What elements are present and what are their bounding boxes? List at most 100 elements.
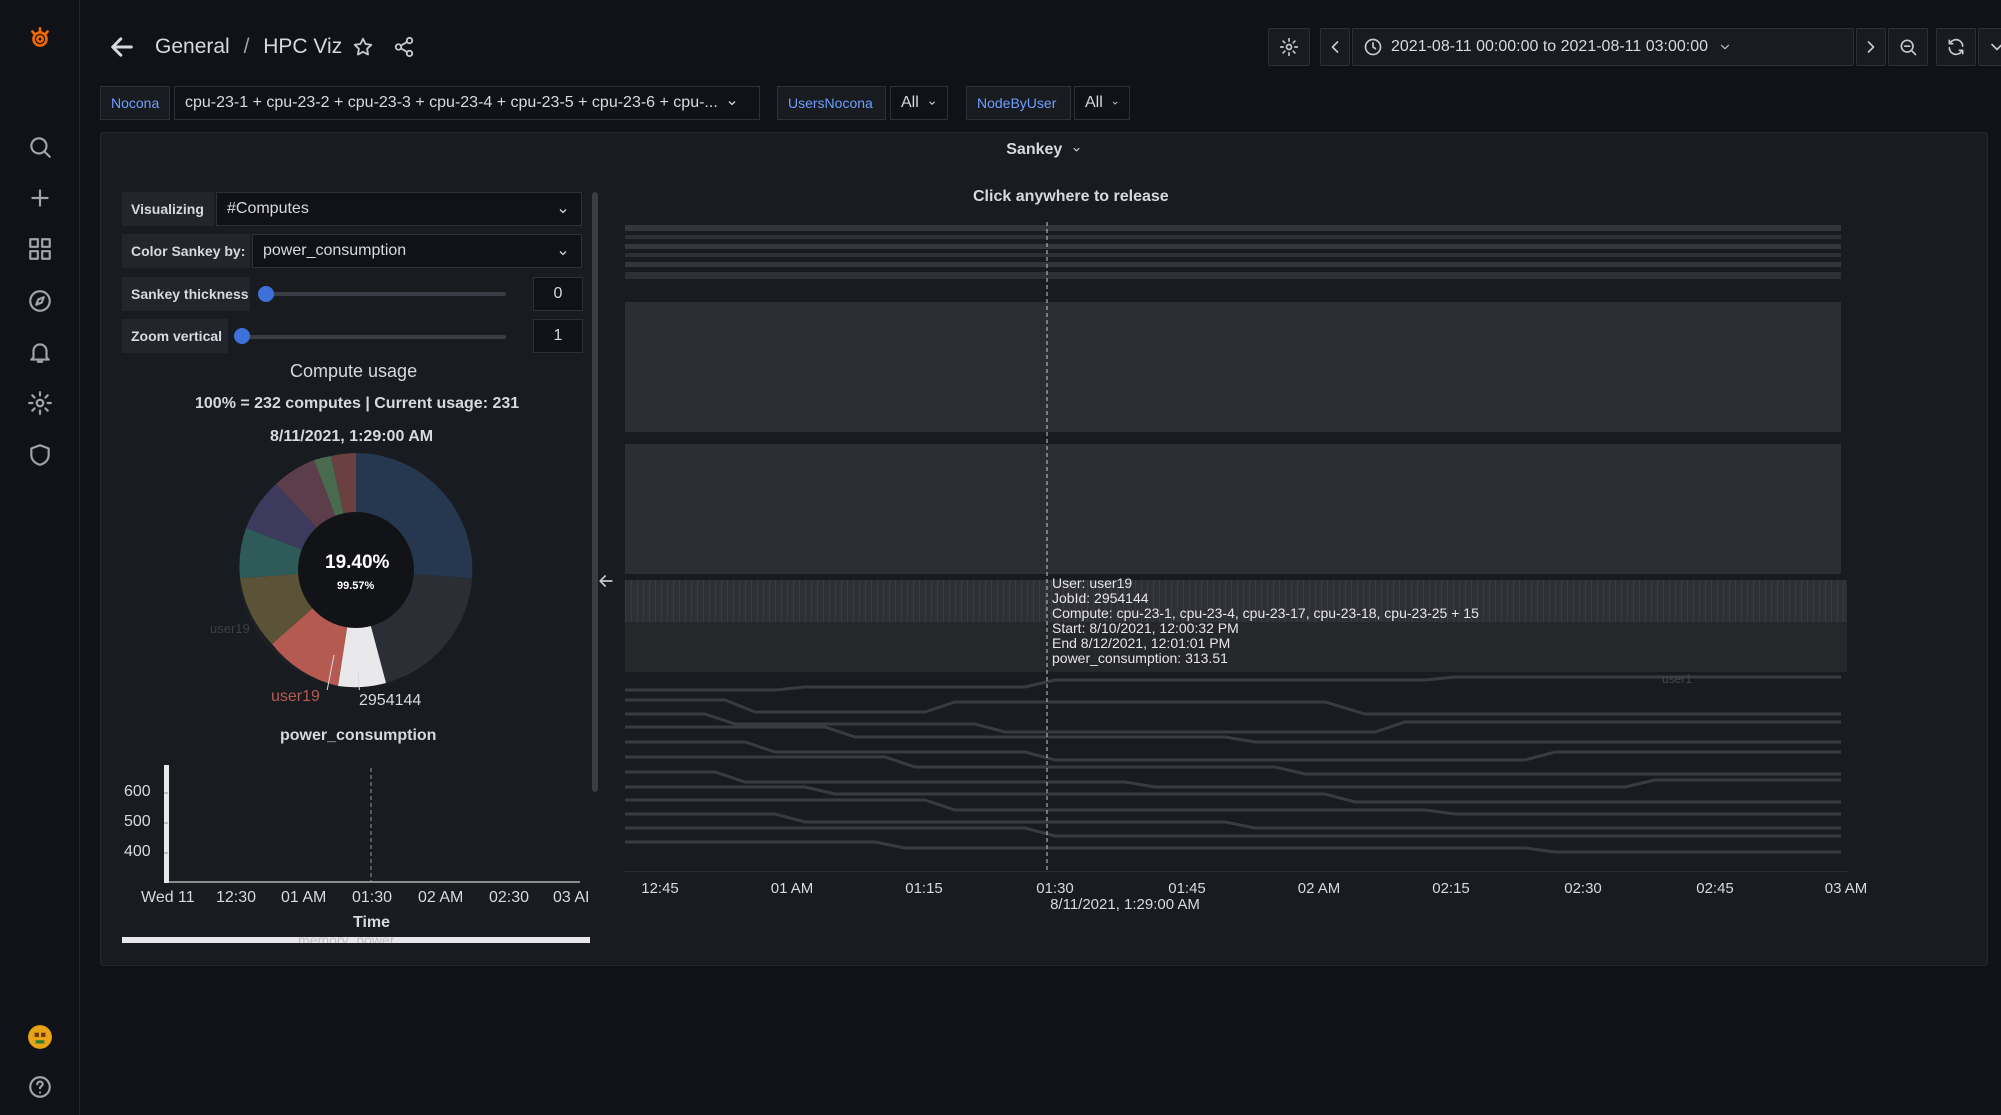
variable-select-usersnocona[interactable]: All	[890, 86, 948, 120]
mini-chart-bottom-label: memory_power	[298, 935, 395, 943]
shield-icon[interactable]	[26, 441, 54, 469]
panel-title-menu[interactable]: Sankey	[101, 141, 1987, 159]
chevron-down-icon	[728, 101, 736, 106]
alerting-bell-icon[interactable]	[26, 338, 54, 366]
sankey-chart[interactable]	[625, 222, 1847, 872]
variable-select-nodebyuser[interactable]: All	[1074, 86, 1130, 120]
mini-chart-x-label: Time	[353, 914, 391, 931]
donut-faded-user-label: user19	[210, 621, 250, 636]
sankey-x-tick: 12:45	[641, 880, 679, 897]
refresh-button[interactable]	[1936, 28, 1976, 66]
time-range-picker[interactable]: 2021-08-11 00:00:00 to 2021-08-11 03:00:…	[1352, 28, 1854, 66]
variable-label-nodebyuser: NodeByUser	[966, 86, 1071, 120]
time-back-button[interactable]	[1320, 28, 1350, 66]
collapse-arrow-icon[interactable]	[596, 571, 616, 591]
sankey-x-tick: 01:15	[905, 880, 943, 897]
mini-chart-x-tick: 02 AM	[418, 889, 464, 906]
donut-center-percent: 19.40%	[325, 552, 390, 573]
back-arrow-icon[interactable]	[108, 33, 136, 61]
sankey-cursor-time: 8/11/2021, 1:29:00 AM	[1050, 896, 1200, 913]
chevron-down-icon	[559, 209, 567, 214]
mini-chart-y-tick: 400	[124, 843, 151, 860]
settings-gear-icon[interactable]	[26, 389, 54, 417]
refresh-icon	[1948, 38, 1964, 56]
variable-value-nodebyuser: All	[1085, 94, 1103, 111]
mini-chart-y-tick: 500	[124, 813, 151, 830]
help-icon[interactable]	[26, 1073, 54, 1101]
thickness-slider-thumb[interactable]	[258, 286, 274, 302]
visualizing-select[interactable]: #Computes	[216, 192, 582, 226]
mini-chart-x-tick: Wed 11	[141, 889, 195, 906]
breadcrumb: General / HPC Viz	[155, 35, 350, 59]
tooltip-power: power_consumption: 313.51	[1052, 650, 1228, 666]
plus-icon[interactable]	[26, 184, 54, 212]
color-by-value: power_consumption	[263, 242, 407, 259]
sankey-x-tick: 02 AM	[1297, 880, 1341, 897]
breadcrumb-dashboard[interactable]: HPC Viz	[263, 35, 342, 58]
variable-value-nocona: cpu-23-1 + cpu-23-2 + cpu-23-3 + cpu-23-…	[185, 94, 718, 111]
thickness-slider[interactable]	[262, 292, 506, 296]
mini-chart-x-tick: 03 AI	[553, 889, 590, 906]
controls-scrollbar[interactable]	[592, 192, 598, 792]
compute-usage-title: Compute usage	[290, 361, 418, 381]
chevron-down-icon	[1112, 101, 1118, 105]
variable-value-usersnocona: All	[901, 94, 919, 111]
power-mini-chart	[164, 765, 580, 883]
zoom-vertical-input[interactable]: 1	[533, 319, 583, 353]
zoom-vertical-slider-thumb[interactable]	[234, 328, 250, 344]
sankey-hint: Click anywhere to release	[973, 188, 1169, 205]
tooltip-compute: Compute: cpu-23-1, cpu-23-4, cpu-23-17, …	[1052, 605, 1479, 621]
sankey-x-tick: 01 AM	[770, 880, 814, 897]
variable-select-nocona[interactable]: cpu-23-1 + cpu-23-2 + cpu-23-3 + cpu-23-…	[174, 86, 760, 120]
dashboards-icon[interactable]	[26, 235, 54, 263]
tooltip-end: End 8/12/2021, 12:01:01 PM	[1052, 635, 1231, 651]
compute-usage-summary: 100% = 232 computes | Current usage: 231	[195, 395, 520, 412]
sankey-x-tick: 02:15	[1432, 880, 1470, 897]
clock-icon	[1364, 38, 1382, 56]
chevron-down-icon	[1991, 43, 2001, 51]
grafana-logo-icon[interactable]	[26, 24, 54, 52]
dashboard-settings-button[interactable]	[1268, 28, 1310, 66]
top-navbar: General / HPC Viz 2021-08-11 00:00:00 to…	[80, 0, 2001, 80]
avatar[interactable]	[26, 1023, 54, 1051]
sidebar	[0, 0, 80, 1115]
chevron-down-icon	[928, 101, 935, 106]
variable-label-nocona: Nocona	[100, 86, 170, 120]
zoom-vertical-slider[interactable]	[238, 335, 506, 339]
chevron-down-icon	[1720, 44, 1730, 50]
compute-usage-timestamp: 8/11/2021, 1:29:00 AM	[270, 428, 434, 445]
mini-chart-x-tick: 12:30	[216, 889, 257, 906]
variable-label-usersnocona: UsersNocona	[777, 86, 886, 120]
sankey-x-tick: 02:30	[1564, 880, 1602, 897]
breadcrumb-separator: /	[243, 35, 250, 58]
chevron-down-icon	[1073, 147, 1080, 152]
tooltip-start: Start: 8/10/2021, 12:00:32 PM	[1052, 620, 1239, 636]
search-icon[interactable]	[26, 133, 54, 161]
time-forward-button[interactable]	[1856, 28, 1886, 66]
share-icon[interactable]	[393, 36, 415, 58]
panel-title: Sankey	[1006, 141, 1063, 158]
visualizing-label: Visualizing	[122, 192, 214, 226]
sankey-faded-label: user1	[1662, 672, 1693, 686]
sankey-x-tick: 01:30	[1036, 880, 1074, 897]
mini-chart-y-tick: 600	[124, 783, 151, 800]
sankey-x-tick: 03 AM	[1824, 880, 1868, 897]
color-by-select[interactable]: power_consumption	[252, 234, 582, 268]
thickness-input[interactable]: 0	[533, 277, 583, 311]
mini-chart-x-tick: 01:30	[352, 889, 393, 906]
time-range-label: 2021-08-11 00:00:00 to 2021-08-11 03:00:…	[1391, 38, 1708, 55]
chevron-down-icon	[559, 251, 567, 256]
chevron-left-icon	[1331, 41, 1339, 53]
donut-job-label: 2954144	[359, 692, 422, 709]
metric-label: power_consumption	[280, 727, 437, 744]
donut-center-sub: 99.57%	[337, 580, 375, 592]
tooltip-user: User: user19	[1052, 575, 1133, 591]
explore-compass-icon[interactable]	[26, 287, 54, 315]
zoom-out-button[interactable]	[1888, 28, 1928, 66]
gear-icon	[1279, 37, 1299, 57]
refresh-interval-dropdown[interactable]	[1978, 28, 2001, 66]
sankey-x-tick: 02:45	[1696, 880, 1734, 897]
breadcrumb-folder[interactable]: General	[155, 35, 230, 58]
star-icon[interactable]	[352, 36, 374, 58]
chevron-right-icon	[1867, 41, 1875, 53]
